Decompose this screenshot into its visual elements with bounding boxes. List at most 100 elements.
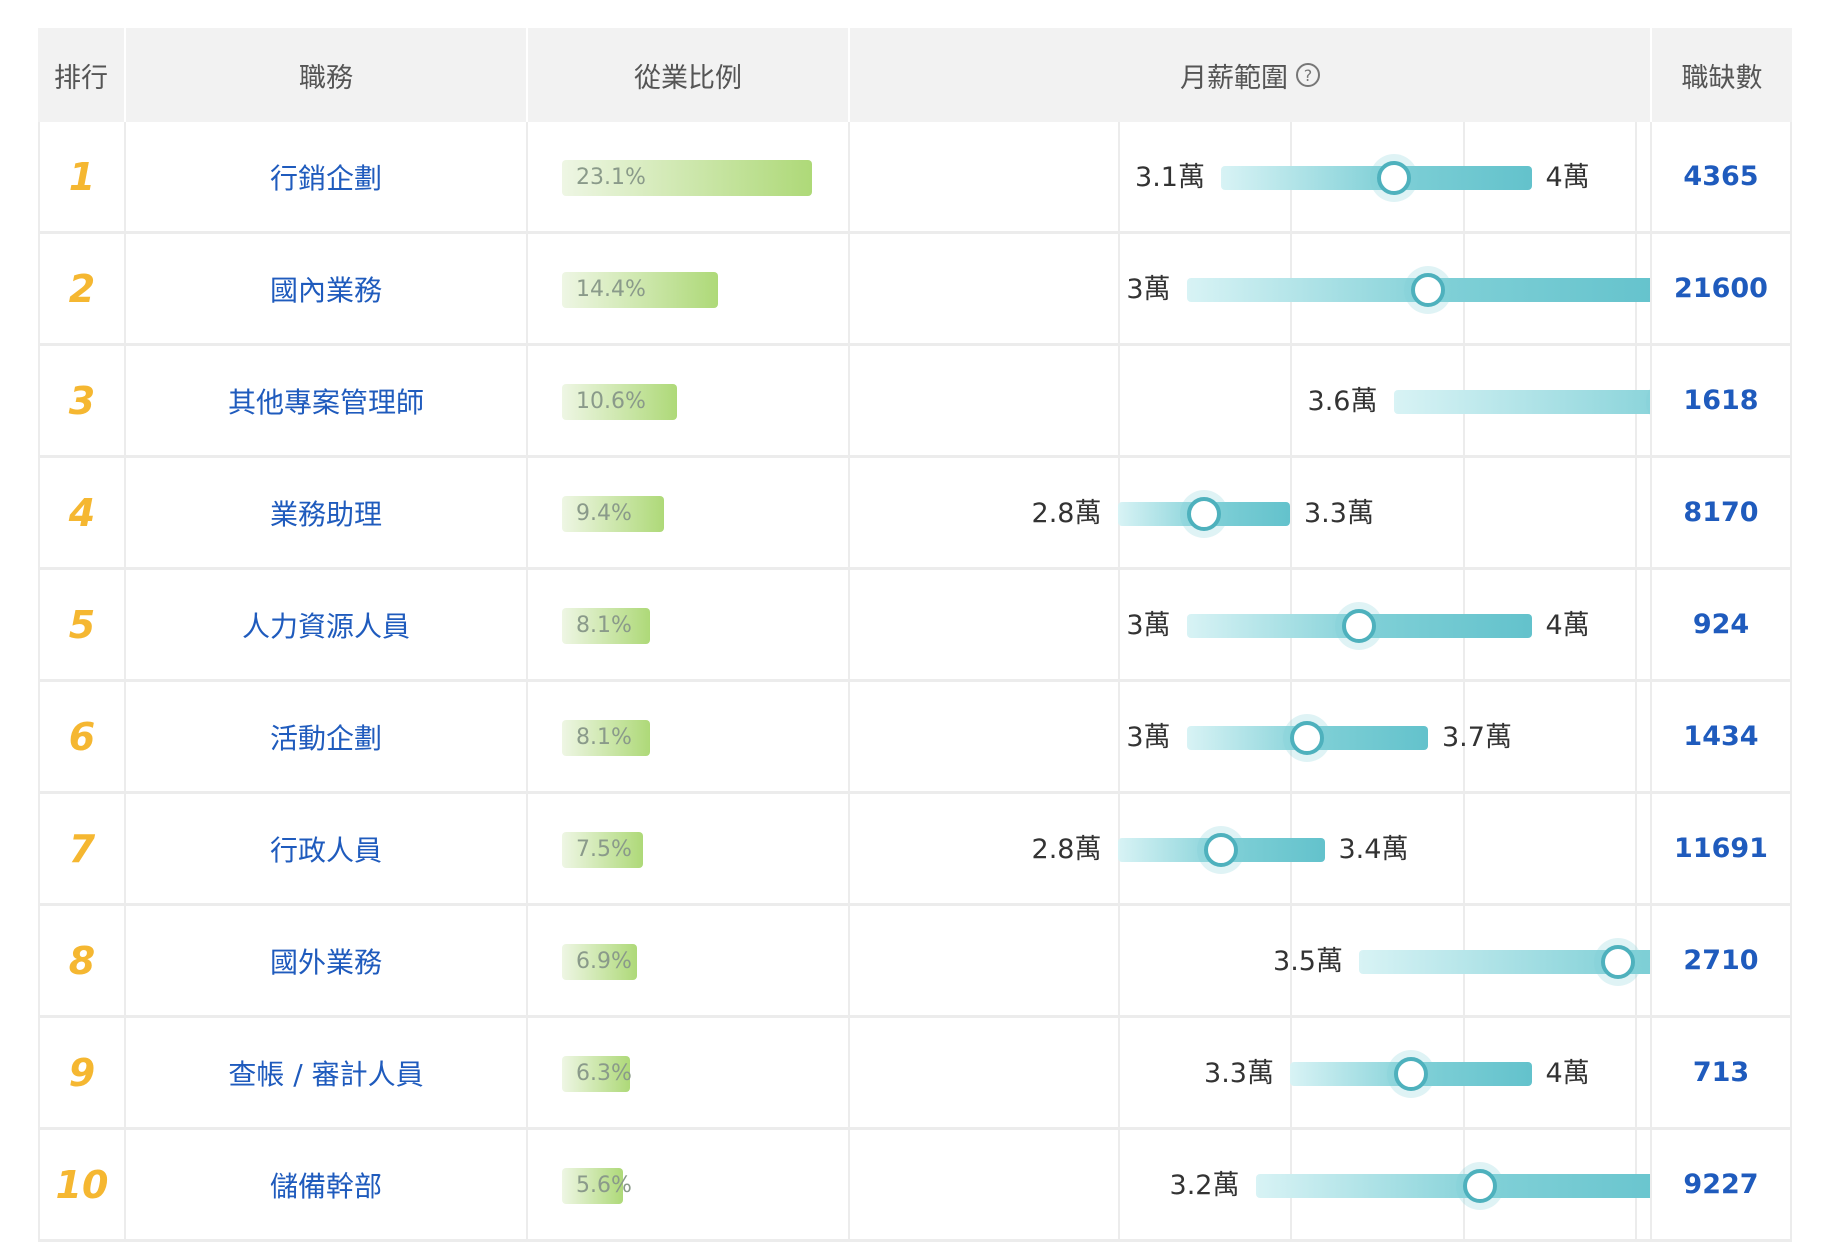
job-cell: 人力資源人員 [126,570,528,679]
openings-cell: 11691 [1652,794,1792,903]
openings-link[interactable]: 924 [1693,609,1749,640]
salary-gridline [1117,346,1120,455]
openings-cell: 4365 [1652,122,1792,231]
salary-gridline [1117,1018,1120,1127]
salary-min-label: 3萬 [1126,722,1171,753]
salary-median-thumb [1204,833,1238,867]
ratio-cell: 10.6% [528,346,850,455]
rank-cell: 9 [38,1018,126,1127]
salary-gridline [1117,906,1120,1015]
job-link[interactable]: 其他專案管理師 [228,381,424,421]
salary-gridline [1635,794,1637,903]
openings-cell: 9227 [1652,1130,1792,1239]
ratio-label: 6.9% [576,949,632,974]
table-row: 5 人力資源人員 8.1% 3萬 4萬 924 [38,570,1792,682]
job-link[interactable]: 活動企劃 [270,717,382,757]
salary-gridline [1635,682,1637,791]
rank-cell: 5 [38,570,126,679]
ratio-label: 23.1% [576,165,646,190]
salary-gridline [1462,458,1465,567]
openings-link[interactable]: 4365 [1683,161,1758,192]
openings-link[interactable]: 21600 [1674,273,1768,304]
salary-gridline [1635,122,1637,231]
salary-gridline [1117,1130,1120,1239]
rank-cell: 7 [38,794,126,903]
salary-min-label: 3.1萬 [1135,162,1205,193]
table-row: 9 查帳 / 審計人員 6.3% 3.3萬 4萬 713 [38,1018,1792,1130]
salary-gridline [1635,1018,1637,1127]
salary-min-label: 2.8萬 [1031,498,1102,529]
salary-max-label: 3.3萬 [1304,498,1374,529]
job-link[interactable]: 行政人員 [270,829,382,869]
salary-gridline [1117,570,1120,679]
openings-cell: 713 [1652,1018,1792,1127]
salary-cell: 2.8萬 3.3萬 [850,458,1652,567]
rank-number: 10 [55,1162,109,1207]
salary-min-label: 3.6萬 [1307,386,1378,417]
openings-link[interactable]: 9227 [1683,1169,1758,1200]
salary-max-label: 3.4萬 [1338,834,1409,865]
rank-cell: 8 [38,906,126,1015]
job-link[interactable]: 查帳 / 審計人員 [228,1053,423,1093]
openings-cell: 21600 [1652,234,1792,343]
ratio-cell: 8.1% [528,682,850,791]
salary-min-label: 2.8萬 [1031,834,1102,865]
ratio-label: 9.4% [576,501,632,526]
table-row: 1 行銷企劃 23.1% 3.1萬 4萬 4365 [38,122,1792,234]
ratio-label: 8.1% [576,613,632,638]
salary-cell: 3.6萬5.2萬 [850,346,1652,455]
rank-number: 2 [68,266,96,311]
ratio-cell: 23.1% [528,122,850,231]
openings-link[interactable]: 11691 [1674,833,1768,864]
openings-link[interactable]: 713 [1693,1057,1749,1088]
table-row: 3 其他專案管理師 10.6% 3.6萬5.2萬 1618 [38,346,1792,458]
rank-number: 5 [68,602,96,647]
openings-link[interactable]: 8170 [1683,497,1758,528]
openings-link[interactable]: 1434 [1683,721,1758,752]
salary-gridline [1290,458,1292,567]
openings-link[interactable]: 2710 [1683,945,1758,976]
job-link[interactable]: 業務助理 [270,493,382,533]
table-row: 10 儲備幹部 5.6% 3.2萬4.5萬 9227 [38,1130,1792,1242]
table-row: 4 業務助理 9.4% 2.8萬 3.3萬 8170 [38,458,1792,570]
salary-gridline [1290,346,1292,455]
rank-number: 3 [68,378,96,423]
rank-cell: 4 [38,458,126,567]
ratio-cell: 7.5% [528,794,850,903]
job-cell: 業務助理 [126,458,528,567]
header-salary-label: 月薪範圍 [1180,62,1288,94]
openings-cell: 924 [1652,570,1792,679]
salary-min-label: 3.5萬 [1273,946,1343,977]
ratio-cell: 14.4% [528,234,850,343]
salary-max-label: 4萬 [1545,162,1590,193]
job-link[interactable]: 國內業務 [270,269,382,309]
job-link[interactable]: 行銷企劃 [270,157,382,197]
job-cell: 國內業務 [126,234,528,343]
rank-number: 1 [68,154,96,199]
job-cell: 活動企劃 [126,682,528,791]
help-icon[interactable]: ? [1296,63,1320,87]
openings-link[interactable]: 1618 [1683,385,1758,416]
job-cell: 行銷企劃 [126,122,528,231]
salary-min-label: 3.2萬 [1169,1170,1240,1201]
rank-cell: 1 [38,122,126,231]
ratio-cell: 9.4% [528,458,850,567]
salary-median-thumb [1186,497,1221,531]
salary-cell: 3.5萬5萬 [850,906,1652,1015]
job-cell: 儲備幹部 [126,1130,528,1239]
salary-median-thumb [1342,609,1376,643]
rank-cell: 6 [38,682,126,791]
job-link[interactable]: 儲備幹部 [270,1165,382,1205]
job-link[interactable]: 人力資源人員 [242,605,410,645]
salary-gridline [1635,570,1637,679]
salary-cell: 3萬4.4萬 [850,234,1652,343]
salary-min-label: 3萬 [1126,610,1171,641]
ratio-label: 10.6% [576,389,646,414]
header-openings: 職缺數 [1681,62,1763,94]
ratio-cell: 6.3% [528,1018,850,1127]
rank-cell: 3 [38,346,126,455]
job-link[interactable]: 國外業務 [270,941,382,981]
salary-gridline [1117,122,1120,231]
salary-median-thumb [1393,1057,1428,1091]
salary-max-label: 4萬 [1545,610,1590,641]
